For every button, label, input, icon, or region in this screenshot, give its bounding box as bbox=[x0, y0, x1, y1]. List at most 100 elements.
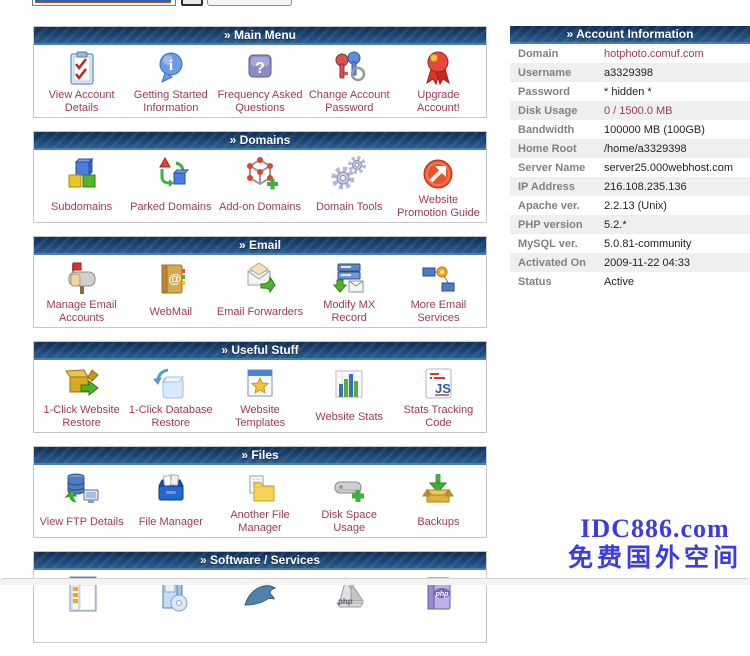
gears-icon bbox=[329, 152, 369, 194]
award-ribbon-icon bbox=[418, 47, 458, 89]
account-row-value: 100000 MB (100GB) bbox=[604, 124, 705, 136]
item-label: Subdomains bbox=[50, 194, 113, 220]
item-view-account-details[interactable]: View Account Details bbox=[37, 47, 126, 115]
envelope-forward-icon bbox=[240, 257, 280, 299]
account-row-label: Activated On bbox=[510, 257, 604, 269]
section-title: » Email bbox=[239, 238, 281, 252]
section-title: » Software / Services bbox=[200, 553, 320, 567]
account-information-header: » Account Information bbox=[510, 26, 750, 44]
item-parked-domains[interactable]: Parked Domains bbox=[126, 152, 215, 220]
cube-restore-icon bbox=[151, 362, 191, 404]
item-email-forwarders[interactable]: Email Forwarders bbox=[215, 257, 304, 325]
account-row-domain: Domainhotphoto.comuf.com bbox=[510, 44, 750, 63]
section-email: » Email Manage Email Accounts@WebMailEmai… bbox=[33, 236, 487, 328]
item-label: 1-Click Database Restore bbox=[126, 404, 215, 430]
item-stats-tracking-code[interactable]: JSStats Tracking Code bbox=[394, 362, 483, 430]
item-label: Modify MX Record bbox=[305, 299, 394, 325]
section-header-main-menu: » Main Menu bbox=[34, 27, 486, 45]
item-label: Frequency Asked Questions bbox=[215, 89, 304, 115]
item-label: Backups bbox=[416, 509, 460, 535]
section-body-main-menu: View Account DetailsiGetting Started Inf… bbox=[34, 45, 486, 117]
account-row-label: Apache ver. bbox=[510, 200, 604, 212]
item-label: Add-on Domains bbox=[218, 194, 302, 220]
svg-text:?: ? bbox=[255, 60, 265, 77]
item-domain-tools[interactable]: Domain Tools bbox=[305, 152, 394, 220]
server-mail-icon bbox=[329, 257, 369, 299]
account-row-label: Home Root bbox=[510, 143, 604, 155]
horizontal-scrollbar[interactable] bbox=[0, 578, 750, 585]
account-row-label: PHP version bbox=[510, 219, 604, 231]
item-website-stats[interactable]: Website Stats bbox=[305, 362, 394, 430]
item-1-click-website-restore[interactable]: 1-Click Website Restore bbox=[37, 362, 126, 430]
section-domains: » Domains Subdomains Parked DomainsAdd-on … bbox=[33, 131, 487, 223]
go-button[interactable] bbox=[181, 0, 203, 6]
item-website-templates[interactable]: Website Templates bbox=[215, 362, 304, 430]
item-add-on-domains[interactable]: Add-on Domains bbox=[215, 152, 304, 220]
item-label: File Manager bbox=[138, 509, 204, 535]
item-label: Another File Manager bbox=[215, 509, 304, 535]
item-label: Website Templates bbox=[215, 404, 304, 430]
item-disk-space-usage[interactable]: Disk Space Usage bbox=[305, 467, 394, 535]
account-row-label: Bandwidth bbox=[510, 124, 604, 136]
box-restore-icon bbox=[62, 362, 102, 404]
section-files: » Files View FTP Details File Manager Anoth… bbox=[33, 446, 487, 538]
account-row-value: 216.108.235.136 bbox=[604, 181, 687, 193]
item-manage-email-accounts[interactable]: Manage Email Accounts bbox=[37, 257, 126, 325]
account-row-value: 0 / 1500.0 MB bbox=[604, 105, 673, 117]
item-label bbox=[348, 614, 350, 640]
item-view-ftp-details[interactable]: View FTP Details bbox=[37, 467, 126, 535]
bar-chart-icon bbox=[329, 362, 369, 404]
item-webmail[interactable]: @WebMail bbox=[126, 257, 215, 325]
item-website-promotion-guide[interactable]: Website Promotion Guide bbox=[394, 152, 483, 220]
section-body-files: View FTP Details File Manager Another File… bbox=[34, 465, 486, 537]
account-row-php-version: PHP version5.2.* bbox=[510, 215, 750, 234]
watermark: IDC886.com 免费国外空间 bbox=[568, 514, 742, 574]
account-information-panel: » Account Information Domainhotphoto.com… bbox=[510, 26, 750, 291]
item-more-email-services[interactable]: More Email Services bbox=[394, 257, 483, 325]
create-new-button[interactable] bbox=[207, 0, 292, 6]
section-header-domains: » Domains bbox=[34, 132, 486, 150]
ftp-sync-icon bbox=[62, 467, 102, 509]
section-body-domains: Subdomains Parked DomainsAdd-on Domains Do… bbox=[34, 150, 486, 222]
section-title: » Main Menu bbox=[224, 28, 296, 42]
section-header-software-services: » Software / Services bbox=[34, 552, 486, 570]
item-label: Domain Tools bbox=[315, 194, 383, 220]
account-row-server-name: Server Nameserver25.000webhost.com bbox=[510, 158, 750, 177]
item-modify-mx-record[interactable]: Modify MX Record bbox=[305, 257, 394, 325]
window-star-icon bbox=[240, 362, 280, 404]
folder-files-icon bbox=[240, 467, 280, 509]
clipboard-check-icon bbox=[62, 47, 102, 89]
item-change-account-password[interactable]: Change Account Password bbox=[305, 47, 394, 115]
item-upgrade-account[interactable]: Upgrade Account! bbox=[394, 47, 483, 115]
item-label bbox=[81, 614, 83, 640]
account-row-label: Status bbox=[510, 276, 604, 288]
account-row-label: IP Address bbox=[510, 181, 604, 193]
item-1-click-database-restore[interactable]: 1-Click Database Restore bbox=[126, 362, 215, 430]
account-row-label: Disk Usage bbox=[510, 105, 604, 117]
section-header-files: » Files bbox=[34, 447, 486, 465]
item-file-manager[interactable]: File Manager bbox=[126, 467, 215, 535]
info-balloon-icon: i bbox=[151, 47, 191, 89]
account-row-value: 5.2.* bbox=[604, 219, 627, 231]
svg-text:@: @ bbox=[168, 271, 181, 286]
flowchart-icon bbox=[418, 257, 458, 299]
item-label: Disk Space Usage bbox=[305, 509, 394, 535]
account-row-value[interactable]: hotphoto.comuf.com bbox=[604, 48, 704, 60]
item-another-file-manager[interactable]: Another File Manager bbox=[215, 467, 304, 535]
item-label: More Email Services bbox=[394, 299, 483, 325]
svg-text:php: php bbox=[435, 591, 450, 598]
search-input[interactable] bbox=[32, 0, 176, 6]
account-information-rows: Domainhotphoto.comuf.comUsernamea3329398… bbox=[510, 44, 750, 291]
section-header-useful-stuff: » Useful Stuff bbox=[34, 342, 486, 360]
item-getting-started-information[interactable]: iGetting Started Information bbox=[126, 47, 215, 115]
item-backups[interactable]: Backups bbox=[394, 467, 483, 535]
item-label: Change Account Password bbox=[305, 89, 394, 115]
item-subdomains[interactable]: Subdomains bbox=[37, 152, 126, 220]
account-row-password: Password* hidden * bbox=[510, 82, 750, 101]
account-row-value: 5.0.81-community bbox=[604, 238, 691, 250]
watermark-slogan: 免费国外空间 bbox=[568, 544, 742, 574]
search-input-selected-text bbox=[35, 0, 171, 3]
item-label: Website Promotion Guide bbox=[394, 194, 483, 220]
account-row-activated-on: Activated On2009-11-22 04:33 bbox=[510, 253, 750, 272]
item-frequency-asked-questions[interactable]: ? Frequency Asked Questions bbox=[215, 47, 304, 115]
